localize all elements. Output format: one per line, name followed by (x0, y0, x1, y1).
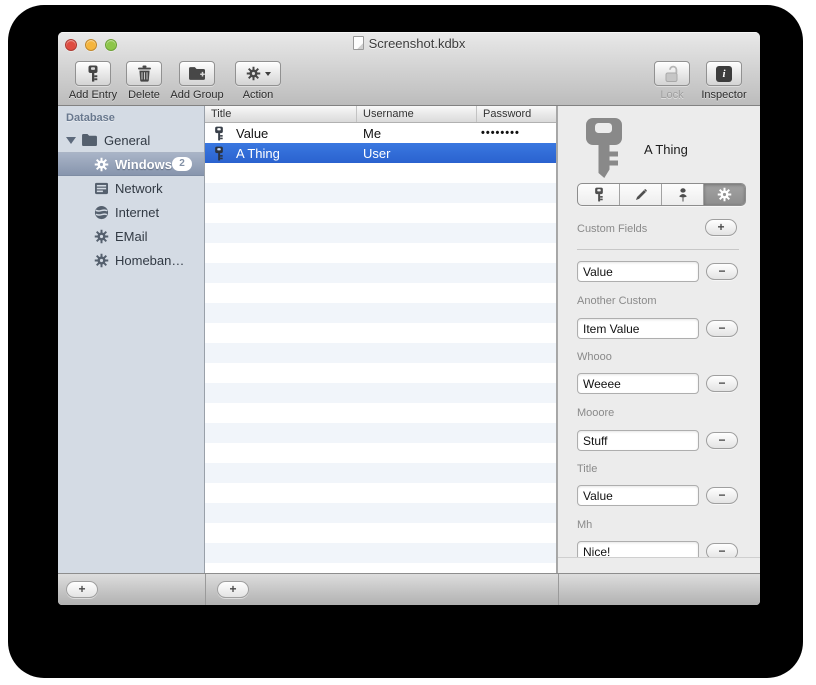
remove-field-button[interactable]: − (706, 320, 738, 337)
server-icon (94, 182, 109, 195)
app-window: Screenshot.kdbx Add Entry Delete Add Gro… (58, 32, 760, 605)
sidebar-item-windows[interactable]: Windows 2 (58, 152, 204, 176)
padlock-open-icon (664, 65, 680, 83)
gear-icon (94, 157, 109, 172)
key-icon (86, 65, 100, 82)
lock-button[interactable]: Lock (647, 61, 697, 101)
add-group-bottom-button[interactable]: + (66, 581, 98, 598)
sidebar-item-label: Network (115, 180, 163, 196)
gear-icon (246, 66, 261, 81)
remove-field-button[interactable]: − (706, 432, 738, 449)
entry-key-icon (582, 118, 626, 180)
sidebar-item-label: General (104, 132, 151, 148)
custom-field-value-input[interactable] (577, 373, 699, 394)
sidebar-item-label: EMail (115, 228, 148, 244)
custom-field-value-input[interactable] (577, 541, 699, 557)
custom-field-label: Mh (577, 519, 593, 531)
lock-label: Lock (660, 89, 684, 101)
gear-icon (94, 253, 109, 268)
sidebar-item-label: Windows (115, 156, 172, 172)
globe-icon (94, 205, 109, 220)
tab-custom-fields[interactable] (704, 184, 745, 205)
bottom-bar: + + (58, 573, 760, 605)
screenshot-page: Screenshot.kdbx Add Entry Delete Add Gro… (0, 0, 816, 685)
pushpin-icon (676, 187, 690, 203)
inspector-tab-bar (577, 183, 746, 206)
key-icon (213, 146, 225, 161)
window-chrome: Screenshot.kdbx Add Entry Delete Add Gro… (58, 32, 760, 106)
entry-password (477, 143, 556, 163)
gear-icon (94, 229, 109, 244)
add-custom-field-button[interactable]: + (705, 219, 737, 236)
inspector-entry-title: A Thing (644, 142, 688, 157)
custom-field-value-input[interactable] (577, 485, 699, 506)
key-icon (593, 187, 605, 202)
sidebar-section-header: Database (66, 112, 115, 124)
entry-title: Value (236, 125, 269, 141)
divider (205, 574, 206, 605)
custom-field-label: Title (577, 463, 598, 475)
custom-fields-list: − Another Custom − Whooo − Mooore − Titl… (558, 250, 760, 558)
custom-field-label: Whooo (577, 351, 612, 363)
add-entry-label: Add Entry (68, 89, 118, 101)
sidebar-item-homebanking[interactable]: Homeban… (58, 248, 204, 272)
window-title: Screenshot.kdbx (58, 36, 760, 51)
divider (558, 574, 559, 605)
tab-general[interactable] (578, 184, 620, 205)
sidebar-item-internet[interactable]: Internet (58, 200, 204, 224)
custom-field-value-input[interactable] (577, 430, 699, 451)
custom-fields-heading: Custom Fields (577, 223, 648, 235)
sidebar-item-general[interactable]: General (58, 128, 204, 152)
gear-icon (717, 187, 732, 202)
add-group-label: Add Group (170, 89, 224, 101)
remove-field-button[interactable]: − (706, 543, 738, 557)
document-icon (352, 36, 364, 50)
entries-table: Title Username Password Value Me •••••••… (205, 106, 557, 573)
action-label: Action (242, 89, 274, 101)
key-icon (213, 126, 225, 141)
inspector-button[interactable]: i Inspector (694, 61, 754, 101)
inspector-panel: A Thing Custom Fields + Value − Another … (557, 106, 760, 573)
add-entry-bottom-button[interactable]: + (217, 581, 249, 598)
sidebar-item-email[interactable]: EMail (58, 224, 204, 248)
pencil-icon (634, 188, 648, 202)
disclosure-triangle-icon[interactable] (66, 136, 76, 144)
remove-field-button[interactable]: − (706, 487, 738, 504)
info-icon: i (716, 65, 732, 82)
tab-notes[interactable] (620, 184, 662, 205)
entry-password: •••••••• (481, 127, 520, 139)
content-area: Database General Windows 2 Network Inter… (58, 106, 760, 573)
add-entry-button[interactable]: Add Entry (62, 61, 124, 101)
table-row[interactable]: Value Me •••••••• (205, 123, 556, 143)
add-group-button[interactable]: Add Group (162, 61, 232, 101)
table-body: Value Me •••••••• A Thing User (205, 123, 556, 573)
delete-label: Delete (128, 89, 160, 101)
entry-username: User (363, 145, 391, 161)
table-header: Title Username Password (205, 106, 556, 123)
entry-count-badge: 2 (172, 157, 192, 171)
trash-icon (137, 65, 152, 82)
folder-plus-icon (188, 66, 206, 81)
inspector-label: Inspector (701, 89, 747, 101)
custom-field-value-input[interactable] (577, 261, 699, 282)
sidebar-item-network[interactable]: Network (58, 176, 204, 200)
group-sidebar: Database General Windows 2 Network Inter… (58, 106, 205, 573)
tab-attachments[interactable] (662, 184, 704, 205)
sidebar-item-label: Internet (115, 204, 160, 220)
custom-field-label: Another Custom (577, 295, 657, 307)
column-header-username[interactable]: Username (357, 106, 477, 122)
column-header-title[interactable]: Title (205, 106, 357, 122)
remove-field-button[interactable]: − (706, 263, 738, 280)
table-row-selected[interactable]: A Thing User (205, 143, 556, 163)
sidebar-item-label: Homeban… (115, 252, 185, 268)
column-header-password[interactable]: Password (477, 106, 556, 122)
folder-icon (81, 133, 98, 147)
action-button[interactable]: Action (232, 61, 284, 101)
custom-field-label: Mooore (577, 407, 615, 419)
entry-title: A Thing (236, 145, 280, 161)
remove-field-button[interactable]: − (706, 375, 738, 392)
entry-username: Me (363, 125, 382, 141)
chevron-down-icon (264, 71, 271, 76)
custom-field-value-input[interactable] (577, 318, 699, 339)
